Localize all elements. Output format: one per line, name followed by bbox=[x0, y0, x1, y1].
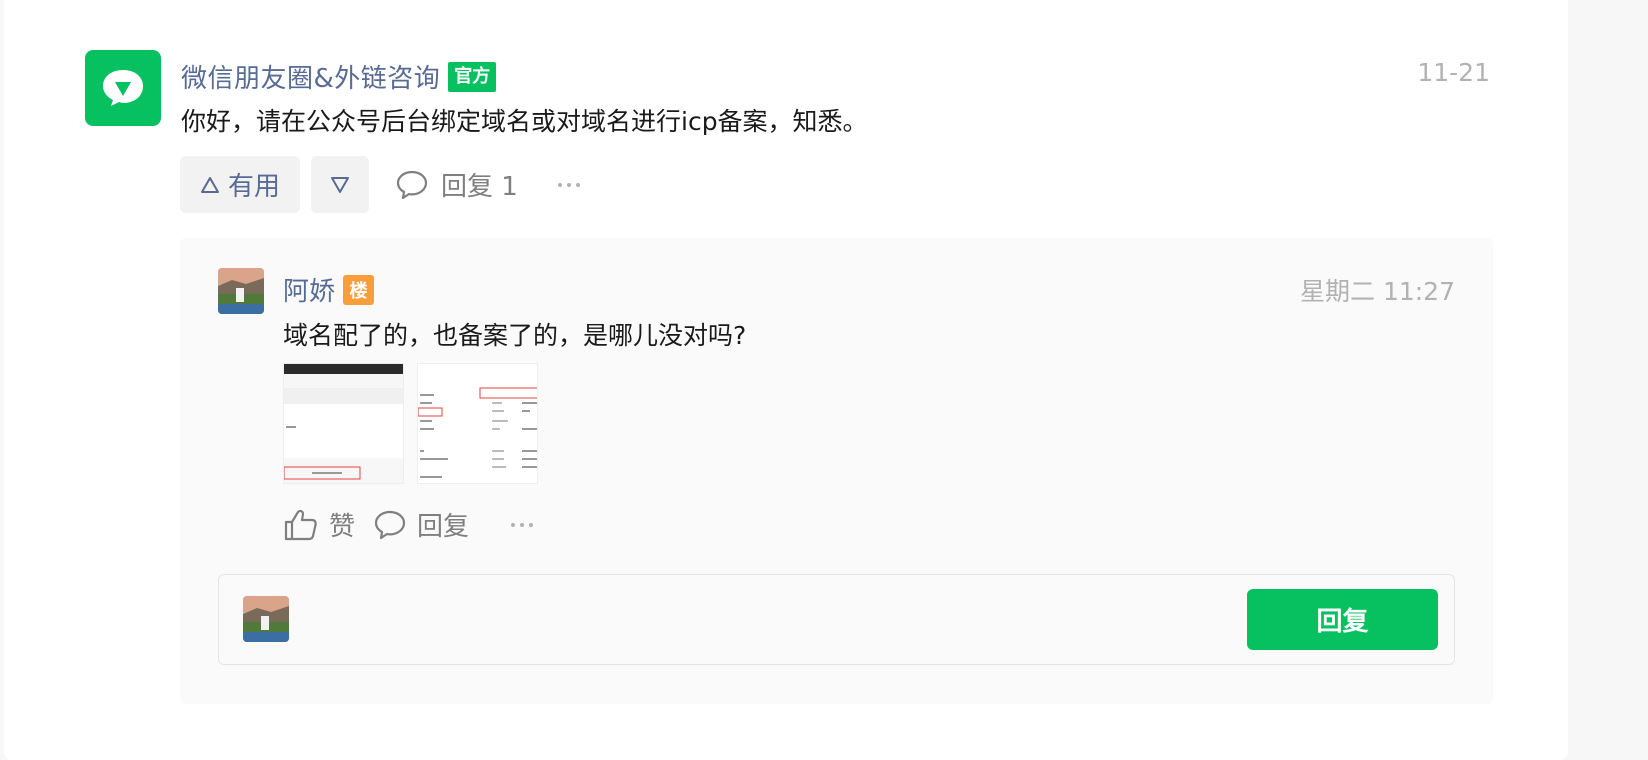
triangle-up-icon bbox=[200, 176, 219, 193]
comment-icon bbox=[396, 170, 428, 199]
avatar-image bbox=[218, 268, 264, 314]
screenshot-thumbnail-image bbox=[418, 364, 537, 483]
useful-label: 有用 bbox=[227, 172, 280, 202]
reply-count-label: 回复 1 bbox=[441, 172, 518, 202]
avatar-image bbox=[243, 596, 289, 642]
comment-icon bbox=[374, 510, 406, 539]
answer-text: 你好，请在公众号后台绑定域名或对域名进行icp备案，知悉。 bbox=[181, 107, 868, 136]
reply-thread: 阿娇 楼 星期二 11:27 域名配了的，也备案了的，是哪儿没对吗? 赞 回复 … bbox=[180, 238, 1493, 704]
screenshot-thumbnail-image bbox=[284, 364, 403, 483]
answer-author-name[interactable]: 微信朋友圈&外链咨询 bbox=[181, 58, 440, 95]
answer-date: 11-21 bbox=[1417, 58, 1490, 87]
floor-badge: 楼 bbox=[343, 274, 375, 305]
current-user-avatar bbox=[243, 596, 289, 642]
reply-author-row: 阿娇 楼 bbox=[283, 271, 375, 308]
reply-count-button[interactable]: 回复 1 bbox=[395, 166, 518, 203]
reply-composer: 回复 bbox=[218, 574, 1455, 665]
answer-more-icon[interactable] bbox=[557, 182, 580, 187]
reply-author-name[interactable]: 阿娇 bbox=[283, 271, 335, 308]
reply-button[interactable]: 回复 bbox=[373, 506, 469, 543]
reply-image-thumbnail[interactable] bbox=[417, 363, 538, 484]
thumbs-up-icon bbox=[284, 509, 317, 540]
reply-text: 域名配了的，也备案了的，是哪儿没对吗? bbox=[283, 321, 747, 350]
wechat-logo-icon bbox=[103, 70, 143, 106]
reply-actions: 赞 回复 bbox=[283, 506, 534, 543]
reply-label: 回复 bbox=[417, 512, 470, 542]
not-useful-button[interactable] bbox=[311, 156, 369, 213]
official-avatar[interactable] bbox=[85, 50, 161, 126]
like-label: 赞 bbox=[329, 512, 356, 542]
official-badge: 官方 bbox=[448, 61, 497, 92]
answer-card: 微信朋友圈&外链咨询 官方 11-21 你好，请在公众号后台绑定域名或对域名进行… bbox=[4, 0, 1568, 760]
reply-input[interactable] bbox=[309, 595, 1229, 643]
useful-button[interactable]: 有用 bbox=[180, 156, 300, 213]
like-button[interactable]: 赞 bbox=[283, 506, 355, 543]
submit-reply-button[interactable]: 回复 bbox=[1247, 589, 1438, 650]
answer-actions: 有用 回复 1 bbox=[180, 156, 580, 213]
reply-image-thumbnail[interactable] bbox=[283, 363, 404, 484]
reply-images bbox=[283, 363, 538, 484]
reply-date: 星期二 11:27 bbox=[1300, 277, 1455, 306]
reply-more-icon[interactable] bbox=[511, 522, 534, 527]
reply-avatar[interactable] bbox=[218, 268, 264, 314]
answer-author-row: 微信朋友圈&外链咨询 官方 bbox=[181, 58, 497, 95]
triangle-down-icon bbox=[331, 176, 349, 193]
